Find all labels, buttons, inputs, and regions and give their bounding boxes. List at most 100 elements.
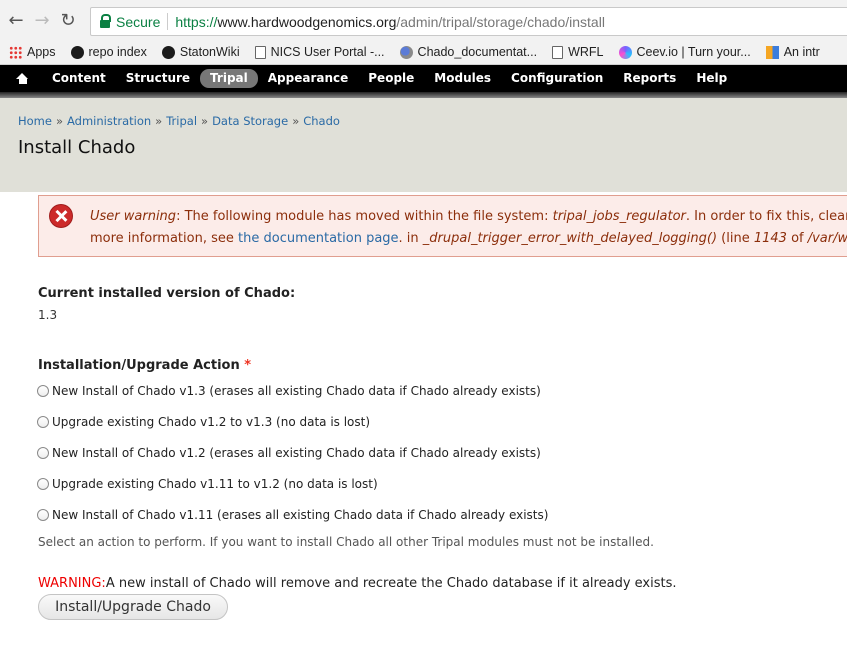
bookmark-label: repo index bbox=[88, 45, 147, 59]
bookmark-repo-index[interactable]: repo index bbox=[70, 45, 147, 59]
toolbar-item-people[interactable]: People bbox=[358, 69, 424, 88]
radio-label: Upgrade existing Chado v1.2 to v1.3 (no … bbox=[52, 415, 371, 429]
breadcrumb-separator: » bbox=[155, 114, 163, 128]
lock-icon bbox=[100, 13, 111, 28]
breadcrumb-tripal[interactable]: Tripal bbox=[166, 114, 197, 128]
action-label-text: Installation/Upgrade Action bbox=[38, 358, 240, 373]
radio-button[interactable] bbox=[37, 385, 49, 397]
message-line-2: more information, see the documentation … bbox=[90, 231, 847, 246]
radio-label: New Install of Chado v1.2 (erases all ex… bbox=[52, 446, 541, 460]
github-icon bbox=[161, 45, 175, 59]
bookmark-statonwiki[interactable]: StatonWiki bbox=[161, 45, 240, 59]
bookmark-wrfl[interactable]: WRFL bbox=[552, 45, 604, 59]
bookmark-nics-portal[interactable]: NICS User Portal -... bbox=[254, 45, 385, 59]
required-marker: * bbox=[244, 358, 252, 373]
message-text: : The following module has moved within … bbox=[176, 209, 553, 224]
radio-label: Upgrade existing Chado v1.11 to v1.2 (no… bbox=[52, 477, 378, 491]
toolbar-item-modules[interactable]: Modules bbox=[424, 69, 501, 88]
back-arrow-icon[interactable]: ← bbox=[6, 10, 26, 31]
address-separator bbox=[167, 13, 169, 30]
message-type: User warning bbox=[90, 209, 177, 224]
toolbar-item-configuration[interactable]: Configuration bbox=[501, 69, 613, 88]
radio-option-upgrade-12-13[interactable]: Upgrade existing Chado v1.2 to v1.3 (no … bbox=[37, 415, 370, 429]
radio-label: New Install of Chado v1.11 (erases all e… bbox=[52, 508, 549, 522]
radio-option-new-111[interactable]: New Install of Chado v1.11 (erases all e… bbox=[37, 508, 548, 522]
page-icon bbox=[552, 45, 564, 59]
bookmark-intro[interactable]: An intr bbox=[765, 45, 820, 59]
message-module: tripal_jobs_regulator bbox=[552, 209, 686, 224]
toolbar-item-structure[interactable]: Structure bbox=[116, 69, 200, 88]
url-protocol: https:// bbox=[175, 13, 218, 30]
toolbar-item-help[interactable]: Help bbox=[686, 69, 737, 88]
message-text: (line bbox=[717, 231, 754, 246]
bookmark-label: StatonWiki bbox=[179, 45, 240, 59]
bookmarks-bar: Apps repo index StatonWiki NICS User Por… bbox=[0, 40, 847, 65]
radio-option-new-13[interactable]: New Install of Chado v1.3 (erases all ex… bbox=[37, 384, 541, 398]
message-line-number: 1143 bbox=[753, 231, 787, 246]
page-icon bbox=[254, 45, 266, 59]
bookmark-label: NICS User Portal -... bbox=[270, 45, 385, 59]
message-text: . In order to fix this, clear ca bbox=[685, 209, 847, 224]
radio-option-upgrade-111-12[interactable]: Upgrade existing Chado v1.11 to v1.2 (no… bbox=[37, 477, 378, 491]
breadcrumb-separator: » bbox=[55, 114, 64, 128]
message-text: more information, see bbox=[90, 231, 239, 246]
warning-text: A new install of Chado will remove and r… bbox=[105, 576, 677, 591]
home-icon[interactable] bbox=[16, 73, 29, 84]
bookmark-label: Ceev.io | Turn your... bbox=[636, 45, 751, 59]
reload-icon[interactable]: ↻ bbox=[58, 10, 78, 31]
toolbar-item-appearance[interactable]: Appearance bbox=[258, 69, 359, 88]
message-line-1: User warning: The following module has m… bbox=[90, 209, 847, 224]
url-host: www.hardwoodgenomics.org bbox=[217, 13, 397, 30]
toolbar-item-tripal[interactable]: Tripal bbox=[200, 69, 258, 88]
radio-button[interactable] bbox=[37, 478, 49, 490]
intro-icon bbox=[765, 45, 779, 59]
install-warning: WARNING:A new install of Chado will remo… bbox=[38, 576, 677, 591]
breadcrumb-data-storage[interactable]: Data Storage bbox=[212, 114, 288, 128]
bookmark-ceev[interactable]: Ceev.io | Turn your... bbox=[618, 45, 751, 59]
message-path: /var/www bbox=[807, 231, 847, 246]
documentation-link[interactable]: the documentation page bbox=[238, 231, 399, 246]
breadcrumb-separator: » bbox=[292, 114, 300, 128]
bookmark-apps[interactable]: Apps bbox=[9, 45, 56, 59]
bookmark-label: Chado_documentat... bbox=[417, 45, 538, 59]
bookmark-label: An intr bbox=[783, 45, 820, 59]
message-function: _drupal_trigger_error_with_delayed_loggi… bbox=[422, 231, 718, 246]
chado-icon bbox=[399, 45, 413, 59]
browser-toolbar: ← → ↻ Secure https://www.hardwoodgenomic… bbox=[0, 0, 847, 40]
page-title: Install Chado bbox=[18, 137, 136, 158]
action-description: Select an action to perform. If you want… bbox=[38, 535, 654, 549]
bookmark-label: Apps bbox=[27, 45, 56, 59]
warning-prefix: WARNING: bbox=[38, 576, 106, 591]
radio-button[interactable] bbox=[37, 509, 49, 521]
breadcrumb-home[interactable]: Home bbox=[18, 114, 52, 128]
breadcrumb-chado[interactable]: Chado bbox=[303, 114, 340, 128]
toolbar-item-reports[interactable]: Reports bbox=[613, 69, 686, 88]
bookmark-chado-doc[interactable]: Chado_documentat... bbox=[399, 45, 538, 59]
install-upgrade-button[interactable]: Install/Upgrade Chado bbox=[38, 594, 228, 620]
message-text: of bbox=[786, 231, 808, 246]
radio-label: New Install of Chado v1.3 (erases all ex… bbox=[52, 384, 541, 398]
radio-button[interactable] bbox=[37, 416, 49, 428]
error-icon bbox=[50, 205, 72, 227]
toolbar-item-content[interactable]: Content bbox=[42, 69, 116, 88]
github-icon bbox=[70, 45, 84, 59]
ceev-icon bbox=[618, 45, 632, 59]
message-text: . in bbox=[398, 231, 423, 246]
bookmark-label: WRFL bbox=[568, 45, 604, 59]
current-version-value: 1.3 bbox=[38, 308, 58, 322]
current-version-label: Current installed version of Chado: bbox=[38, 286, 296, 301]
radio-option-new-12[interactable]: New Install of Chado v1.2 (erases all ex… bbox=[37, 446, 541, 460]
forward-arrow-icon[interactable]: → bbox=[32, 10, 52, 31]
url-path: /admin/tripal/storage/chado/install bbox=[396, 13, 605, 30]
action-label: Installation/Upgrade Action * bbox=[38, 358, 251, 373]
page-header: Home» Administration» Tripal» Data Storage»… bbox=[0, 98, 847, 192]
breadcrumb: Home» Administration» Tripal» Data Storage»… bbox=[18, 114, 340, 128]
error-message-box: User warning: The following module has m… bbox=[38, 195, 847, 257]
address-bar[interactable]: Secure https://www.hardwoodgenomics.org /… bbox=[90, 7, 847, 36]
admin-toolbar: Content Structure Tripal Appearance Peop… bbox=[0, 65, 847, 92]
secure-label: Secure bbox=[116, 13, 161, 30]
breadcrumb-administration[interactable]: Administration bbox=[67, 114, 151, 128]
breadcrumb-separator: » bbox=[201, 114, 209, 128]
apps-grid-icon bbox=[9, 45, 22, 59]
radio-button[interactable] bbox=[37, 447, 49, 459]
